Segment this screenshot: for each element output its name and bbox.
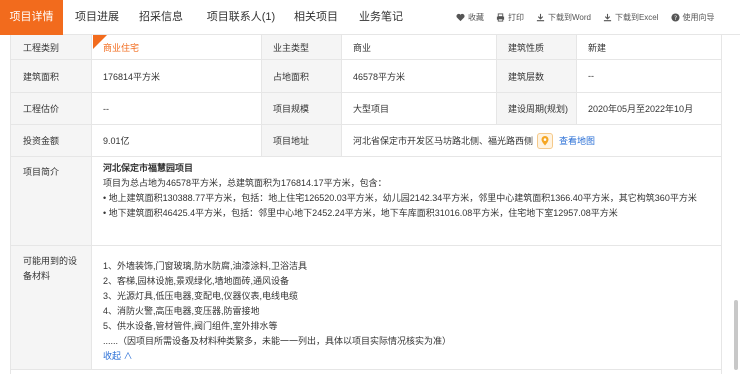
equipment-item: 3、光源灯具,低压电器,变配电,仪器仪表,电线电缆: [103, 291, 299, 301]
detail-row: 建筑面积 176814平方米 占地面积 46578平方米 建筑层数 --: [11, 60, 721, 93]
project-scale-label: 项目规模: [261, 93, 341, 124]
equipment-item: 5、供水设备,管材管件,阀门组件,室外排水等: [103, 321, 278, 331]
collapse-link[interactable]: 收起 ∧: [103, 349, 721, 364]
download-icon: [603, 13, 612, 22]
tab-project-details[interactable]: 项目详情: [0, 0, 63, 35]
investment-value: 9.01亿: [103, 136, 130, 146]
construction-period-value: 2020年05月至2022年10月: [588, 104, 694, 114]
project-intro-content: 河北保定市福慧园项目 项目为总占地为46578平方米，总建筑面积为176814.…: [91, 157, 721, 221]
construction-period-label: 建设周期(规划): [496, 93, 576, 124]
project-intro-line: 项目为总占地为46578平方米，总建筑面积为176814.17平方米，包含：: [103, 178, 387, 188]
project-address-label: 项目地址: [261, 125, 341, 156]
heart-icon: [456, 13, 465, 22]
investment-label: 投资金额: [11, 125, 91, 156]
download-excel-button[interactable]: 下载到Excel: [603, 12, 659, 23]
engineering-category-value: 商业住宅: [103, 42, 140, 53]
project-address-value: 河北省保定市开发区马坊路北侧、福光路西侧: [353, 136, 534, 146]
detail-row: 工程类别 商业住宅 业主类型 商业 建筑性质 新建: [11, 35, 721, 60]
project-detail-panel: 工程类别 商业住宅 业主类型 商业 建筑性质 新建 建筑面积 176814平方米…: [10, 35, 722, 374]
equipment-label: 可能用到的设备材料: [11, 246, 91, 369]
print-button[interactable]: 打印: [496, 12, 524, 23]
building-area-value: 176814平方米: [103, 71, 161, 82]
owner-type-label: 业主类型: [261, 35, 341, 59]
project-intro-row: 项目简介 河北保定市福慧园项目 项目为总占地为46578平方米，总建筑面积为17…: [11, 157, 721, 246]
print-label: 打印: [508, 13, 524, 22]
guide-button[interactable]: ? 使用向导: [670, 12, 715, 23]
land-area-label: 占地面积: [261, 60, 341, 92]
cost-estimate-label: 工程估价: [11, 93, 91, 124]
view-map-link[interactable]: 查看地图: [559, 134, 595, 147]
favorite-button[interactable]: 收藏: [456, 12, 484, 23]
equipment-item: ......（因项目所需设备及材料种类繁多，未能一一列出，具体以项目实际情况核实…: [103, 336, 452, 346]
equipment-item: 1、外墙装饰,门窗玻璃,防水防腐,油漆涂料,卫浴洁具: [103, 261, 308, 271]
print-icon: [496, 13, 505, 22]
equipment-row: 可能用到的设备材料 1、外墙装饰,门窗玻璃,防水防腐,油漆涂料,卫浴洁具 2、客…: [11, 246, 721, 370]
scrollbar[interactable]: [734, 300, 738, 370]
help-icon: ?: [670, 13, 680, 22]
equipment-list: 1、外墙装饰,门窗玻璃,防水防腐,油漆涂料,卫浴洁具 2、客梯,园林设施,景观绿…: [91, 246, 721, 364]
tab-project-contacts[interactable]: 项目联系人(1): [196, 0, 286, 35]
download-excel-label: 下载到Excel: [614, 13, 659, 22]
favorite-label: 收藏: [468, 13, 484, 22]
download-icon: [536, 13, 545, 22]
detail-row: 工程估价 -- 项目规模 大型项目 建设周期(规划) 2020年05月至2022…: [11, 93, 721, 125]
equipment-item: 2、客梯,园林设施,景观绿化,墙地面砖,通风设备: [103, 276, 290, 286]
equipment-item: 4、消防火警,高压电器,变压器,防雷接地: [103, 306, 260, 316]
tab-bidding-info[interactable]: 招采信息: [131, 0, 191, 35]
toolbar: 收藏 打印 下载到Word 下载到Excel ? 使用向导: [456, 0, 715, 35]
project-intro-label: 项目简介: [11, 157, 91, 245]
hot-badge: [93, 35, 107, 49]
owner-type-value: 商业: [353, 42, 372, 53]
project-intro-line: • 地上建筑面积130388.77平方米，包括：地上住宅126520.03平方米…: [103, 193, 697, 203]
detail-row: 投资金额 9.01亿 项目地址 河北省保定市开发区马坊路北侧、福光路西侧 查看地…: [11, 125, 721, 157]
land-area-value: 46578平方米: [353, 71, 406, 82]
tab-business-notes[interactable]: 业务笔记: [351, 0, 411, 35]
tab-related-projects[interactable]: 相关项目: [288, 0, 344, 35]
project-intro-title: 河北保定市福慧园项目: [103, 163, 194, 173]
cost-estimate-value: --: [103, 103, 109, 114]
download-word-label: 下载到Word: [548, 13, 591, 22]
project-scale-value: 大型项目: [353, 104, 390, 114]
engineering-category-label: 工程类别: [11, 35, 91, 59]
svg-text:?: ?: [673, 15, 676, 22]
building-nature-value: 新建: [588, 42, 607, 53]
floors-value: --: [588, 71, 594, 81]
floors-label: 建筑层数: [496, 60, 576, 92]
download-word-button[interactable]: 下载到Word: [536, 12, 591, 23]
map-pin-icon[interactable]: [537, 132, 554, 149]
tab-bar: 项目详情 项目进展 招采信息 项目联系人(1) 相关项目 业务笔记 收藏 打印 …: [0, 0, 740, 35]
project-address-cell: 河北省保定市开发区马坊路北侧、福光路西侧 查看地图: [341, 125, 721, 156]
building-area-label: 建筑面积: [11, 60, 91, 92]
project-intro-line: • 地下建筑面积46425.4平方米，包括：邻里中心地下2452.24平方米，地…: [103, 208, 618, 218]
guide-label: 使用向导: [682, 13, 715, 22]
building-nature-label: 建筑性质: [496, 35, 576, 59]
tab-project-progress[interactable]: 项目进展: [67, 0, 127, 35]
